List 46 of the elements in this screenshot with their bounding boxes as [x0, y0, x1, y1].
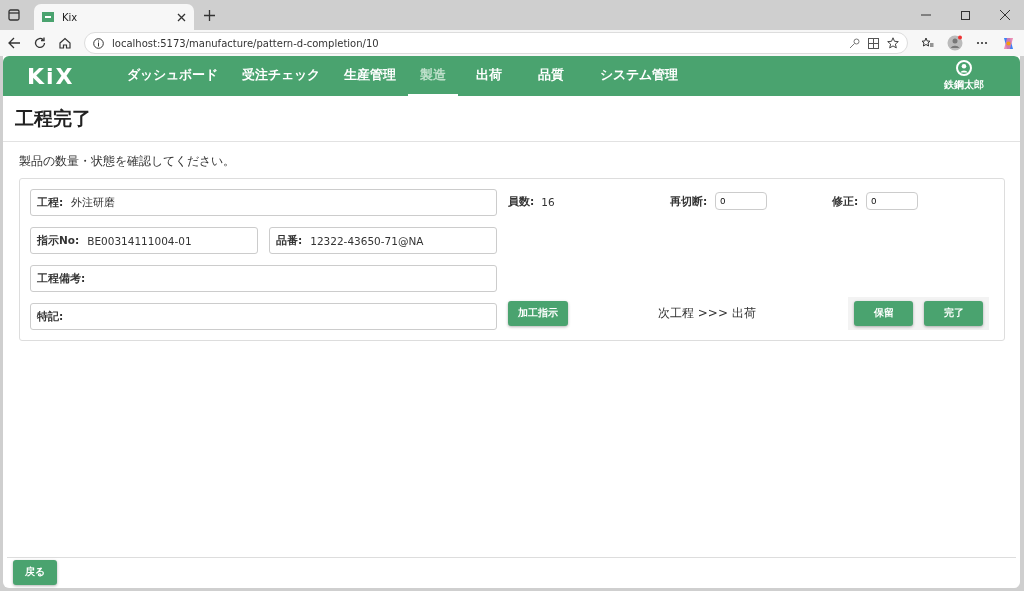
- close-icon[interactable]: [1000, 10, 1010, 20]
- close-icon[interactable]: [177, 12, 186, 22]
- star-icon[interactable]: [887, 37, 899, 49]
- back-icon[interactable]: [8, 37, 21, 49]
- nav-tab[interactable]: 生産管理: [331, 56, 408, 96]
- nav-tab[interactable]: 受注チェック: [229, 56, 332, 96]
- tab-actions-icon[interactable]: [8, 9, 20, 21]
- browser-tab[interactable]: Kix: [34, 4, 194, 30]
- nav-tab[interactable]: ダッシュボード: [114, 56, 230, 96]
- app-icon[interactable]: [868, 37, 879, 49]
- process-field: 工程: 外注研磨: [30, 189, 497, 216]
- favicon-icon: [42, 12, 54, 22]
- nav-tab[interactable]: 品質: [519, 56, 582, 96]
- reload-icon[interactable]: [34, 37, 46, 49]
- quantity-value: 16: [541, 196, 555, 208]
- home-icon[interactable]: [59, 37, 71, 49]
- nav-tab[interactable]: 出荷: [457, 56, 520, 96]
- instruction-text: 製品の数量・状態を確認してください。: [19, 154, 236, 168]
- profile-icon[interactable]: [947, 35, 963, 51]
- recut-label: 再切断:: [670, 195, 708, 209]
- process-note-field: 工程備考:: [30, 265, 497, 292]
- info-icon: [93, 37, 104, 49]
- instruction-button[interactable]: 加工指示: [508, 301, 568, 326]
- favorites-icon[interactable]: [921, 37, 934, 49]
- new-tab-icon[interactable]: [204, 9, 215, 21]
- address-bar[interactable]: localhost:5173/manufacture/pattern-d-completion/10: [84, 32, 908, 54]
- maximize-icon[interactable]: [961, 10, 970, 20]
- user-icon[interactable]: [956, 60, 972, 76]
- hold-button[interactable]: 保留: [854, 301, 913, 326]
- correction-label: 修正:: [832, 195, 859, 209]
- quantity-label: 員数:: [508, 195, 535, 209]
- order-number-field: 指示No: BE00314111004-01: [30, 227, 258, 254]
- part-number-field: 品番: 12322-43650-71@NA: [269, 227, 497, 254]
- special-note-field: 特記:: [30, 303, 497, 330]
- tab-title: Kix: [62, 11, 79, 23]
- page-title: 工程完了: [15, 105, 91, 131]
- logo[interactable]: KiX: [27, 63, 75, 89]
- complete-button[interactable]: 完了: [924, 301, 983, 326]
- more-icon[interactable]: [976, 41, 988, 45]
- user-name: 鉄鋼太郎: [944, 79, 984, 92]
- nav-tab[interactable]: 製造: [407, 56, 458, 96]
- recut-input[interactable]: 0: [715, 192, 768, 210]
- back-button[interactable]: 戻る: [13, 560, 57, 585]
- next-process-text: 次工程 >>> 出荷: [658, 305, 756, 322]
- correction-input[interactable]: 0: [866, 192, 919, 210]
- nav-tab[interactable]: システム管理: [581, 56, 696, 96]
